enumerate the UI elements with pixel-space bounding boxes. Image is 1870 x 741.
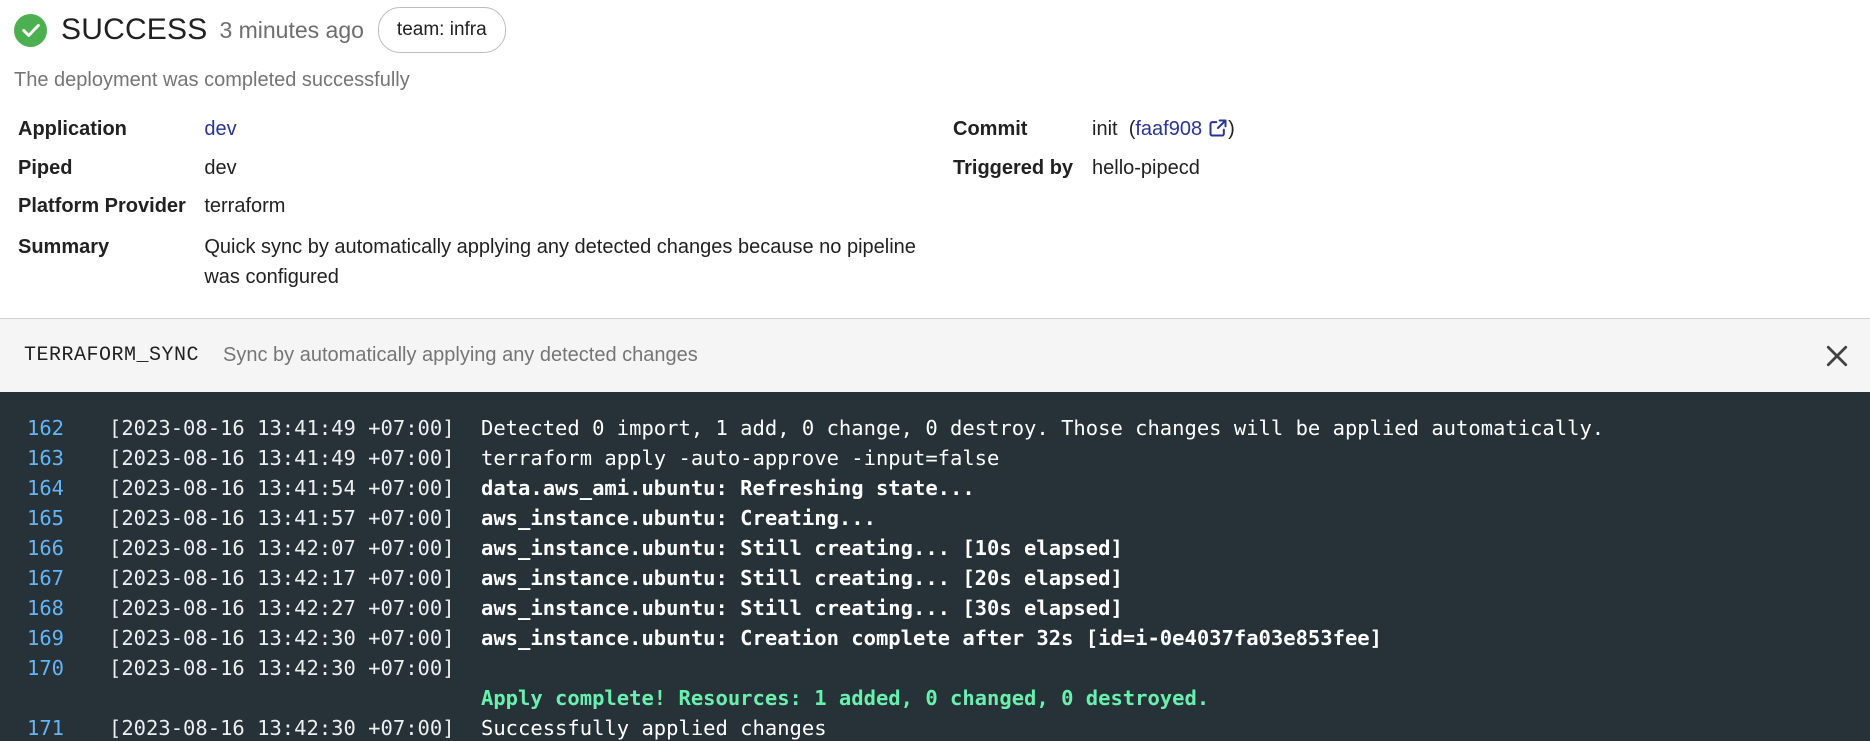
log-message: aws_instance.ubuntu: Still creating... [… (481, 536, 1123, 560)
application-value: dev (204, 114, 918, 144)
piped-key: Piped (18, 156, 73, 179)
triggered-by-row: Triggered by hello-pipecd (953, 153, 1653, 192)
log-line-number: 170 (27, 656, 65, 680)
log-line: 166 [2023-08-16 13:42:07 +07:00] aws_insta… (0, 533, 1870, 563)
log-timestamp: [2023-08-16 13:42:30 +07:00] (109, 626, 455, 650)
application-key: Application (18, 118, 127, 140)
log-line-number: 167 (27, 566, 65, 590)
open-in-new-icon (1209, 119, 1227, 137)
log-line: 170 [2023-08-16 13:42:30 +07:00] (0, 653, 1870, 683)
time-ago: 3 minutes ago (219, 16, 364, 43)
log-message: Apply complete! Resources: 1 added, 0 ch… (481, 686, 1210, 710)
platform-provider-key: Platform Provider (18, 195, 186, 217)
summary-value: Quick sync by automatically applying any… (204, 235, 916, 288)
commit-value: init (faaf908) (1092, 114, 1235, 144)
log-line-number: 163 (27, 446, 65, 470)
commit-key: Commit (953, 118, 1028, 140)
log-line: 162 [2023-08-16 13:41:49 +07:00] Detected … (0, 413, 1870, 443)
log-message: aws_instance.ubuntu: Creating... (481, 506, 876, 530)
log-line-number: 164 (27, 476, 65, 500)
log-line: 163 [2023-08-16 13:41:49 +07:00] terraform… (0, 443, 1870, 473)
log-timestamp: [2023-08-16 13:42:17 +07:00] (109, 566, 455, 590)
log-line: 171 [2023-08-16 13:42:30 +07:00] Successfu… (0, 713, 1870, 741)
log-line: 169 [2023-08-16 13:42:30 +07:00] aws_insta… (0, 623, 1870, 653)
stage-log-header: TERRAFORM_SYNC Sync by automatically app… (0, 319, 1870, 392)
commit-hash: faaf908 (1135, 118, 1203, 140)
stage-name: TERRAFORM_SYNC (24, 344, 200, 367)
log-viewer[interactable]: 162 [2023-08-16 13:41:49 +07:00] Detected … (0, 392, 1870, 741)
deployment-description: The deployment was completed successfull… (14, 69, 410, 91)
triggered-by-key: Triggered by (953, 156, 1074, 179)
platform-provider-row: Platform Provider terraform (18, 191, 918, 230)
platform-provider-value: terraform (204, 195, 286, 217)
log-line-number: 171 (27, 716, 65, 740)
commit-close-paren: ) (1228, 118, 1235, 140)
log-timestamp: [2023-08-16 13:41:49 +07:00] (109, 446, 455, 470)
commit-message: init (1092, 118, 1118, 140)
commit-row: Commit init (faaf908) (953, 114, 1653, 153)
log-message: data.aws_ami.ubuntu: Refreshing state... (481, 476, 975, 500)
piped-value: dev (204, 156, 237, 179)
piped-row: Piped dev (18, 153, 918, 192)
log-line-number: 168 (27, 596, 65, 620)
close-icon[interactable] (1822, 341, 1852, 371)
log-line-number: 166 (27, 536, 65, 560)
log-timestamp: [2023-08-16 13:42:07 +07:00] (109, 536, 455, 560)
log-line-number: 165 (27, 506, 65, 530)
check-circle-icon (14, 13, 47, 47)
log-timestamp: [2023-08-16 13:41:49 +07:00] (109, 416, 455, 440)
stage-description: Sync by automatically applying any detec… (223, 344, 698, 366)
log-timestamp: [2023-08-16 13:41:57 +07:00] (109, 506, 455, 530)
log-line: Apply complete! Resources: 1 added, 0 ch… (0, 683, 1870, 713)
triggered-by-value: hello-pipecd (1092, 156, 1200, 179)
application-row: Application dev (18, 114, 918, 153)
log-timestamp: [2023-08-16 13:42:27 +07:00] (109, 596, 455, 620)
log-timestamp: [2023-08-16 13:42:30 +07:00] (109, 656, 455, 680)
label-chip[interactable]: team: infra (377, 7, 506, 53)
log-line: 164 [2023-08-16 13:41:54 +07:00] data.aws_… (0, 473, 1870, 503)
log-message: Successfully applied changes (481, 716, 827, 740)
log-message: aws_instance.ubuntu: Still creating... [… (481, 596, 1123, 620)
log-message: Detected 0 import, 1 add, 0 change, 0 de… (481, 416, 1605, 440)
log-message: terraform apply -auto-approve -input=fal… (481, 446, 1000, 470)
log-line: 167 [2023-08-16 13:42:17 +07:00] aws_insta… (0, 563, 1870, 593)
log-line: 165 [2023-08-16 13:41:57 +07:00] aws_insta… (0, 503, 1870, 533)
info-left-column: Application dev Piped dev Platform Provi… (18, 114, 918, 292)
log-line-number: 169 (27, 626, 65, 650)
log-message: aws_instance.ubuntu: Still creating... [… (481, 566, 1123, 590)
log-timestamp: [2023-08-16 13:41:54 +07:00] (109, 476, 455, 500)
status-text: SUCCESS (61, 13, 208, 46)
summary-row: Summary Quick sync by automatically appl… (18, 232, 918, 292)
log-message: aws_instance.ubuntu: Creation complete a… (481, 626, 1382, 650)
log-line: 168 [2023-08-16 13:42:27 +07:00] aws_insta… (0, 593, 1870, 623)
summary-key: Summary (18, 235, 110, 258)
info-right-column: Commit init (faaf908) Triggered by hello… (953, 114, 1653, 191)
application-link[interactable]: dev (204, 118, 236, 140)
log-line-number: 162 (27, 416, 65, 440)
deployment-header: SUCCESS 3 minutes ago team: infra (14, 7, 506, 53)
log-timestamp: [2023-08-16 13:42:30 +07:00] (109, 716, 455, 740)
commit-hash-link[interactable]: faaf908 (1135, 118, 1228, 140)
